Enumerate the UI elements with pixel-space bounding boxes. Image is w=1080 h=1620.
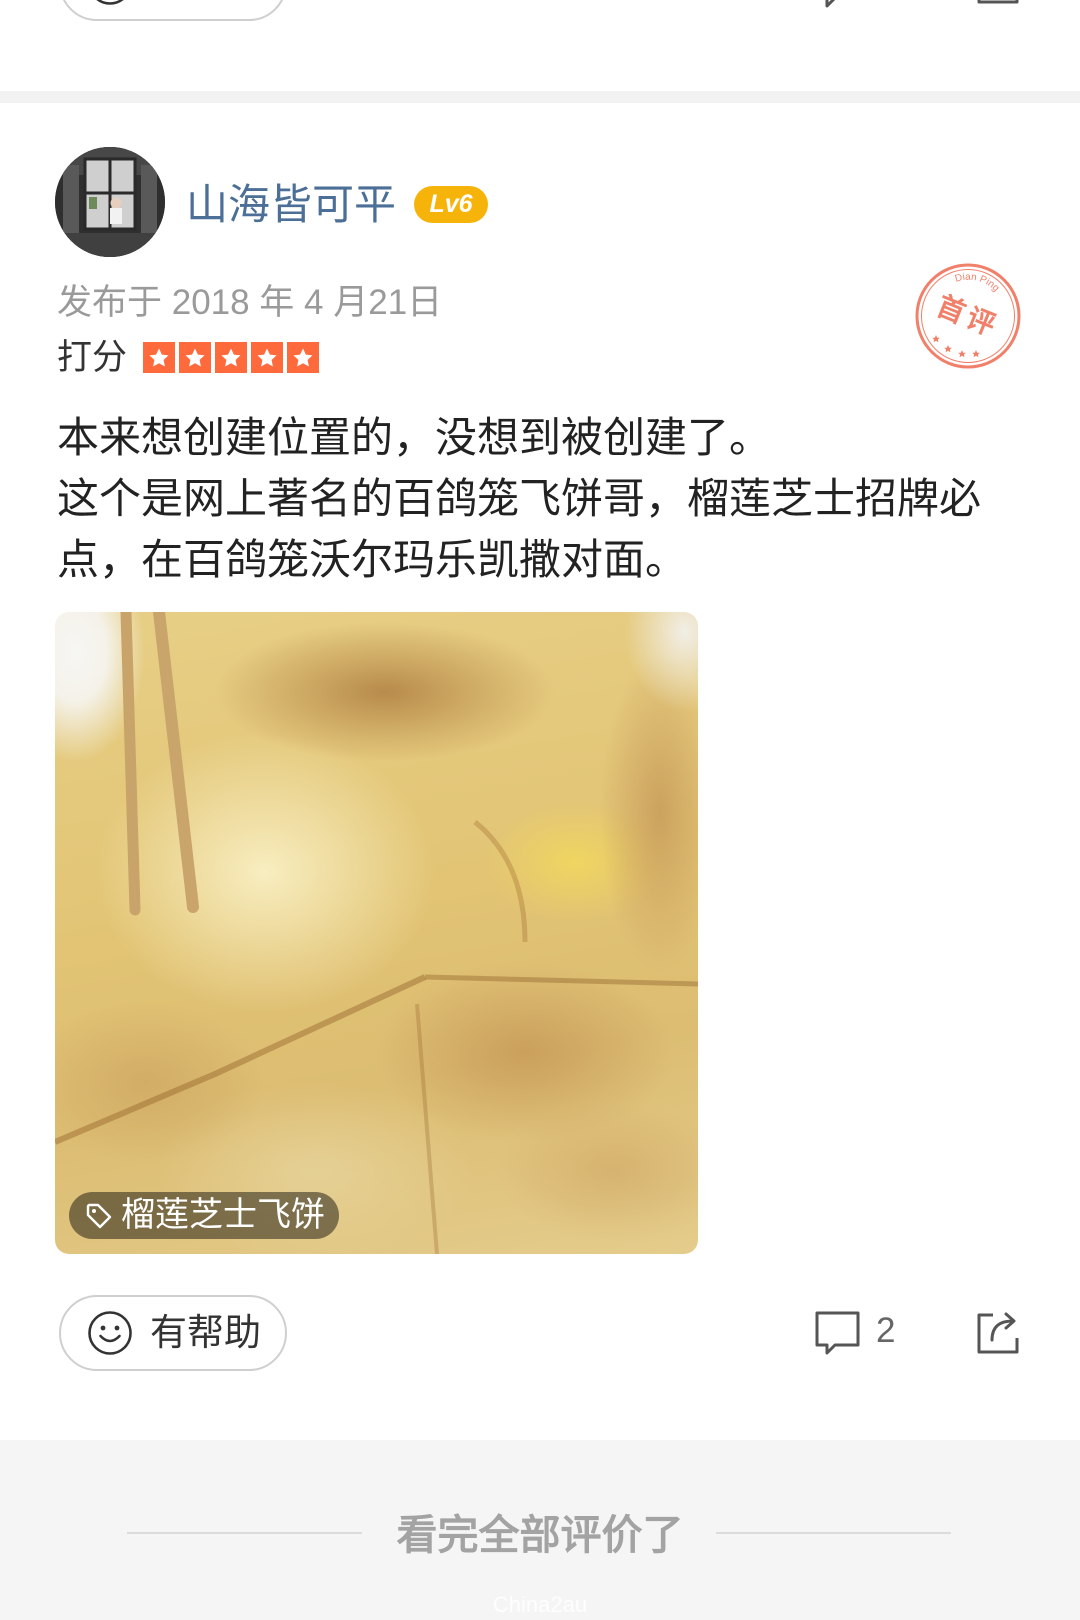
review-photo[interactable]: 榴莲芝士飞饼 [55,612,698,1254]
rating-star [251,342,283,373]
stamp-text: 首评 [932,290,1003,343]
rating-star [287,342,319,373]
share-icon[interactable] [975,1310,1021,1356]
rating-star [143,342,175,373]
review-card: 山海皆可平 Lv6 发布于 2018 年 4 月21日 打分 Dian Ping… [0,103,1080,1440]
chopstick [120,612,141,916]
comment-count[interactable]: 2 [876,1309,895,1353]
tag-icon [85,1202,113,1230]
comment-icon[interactable] [814,1310,861,1356]
end-of-list-text: 看完全部评价了 [396,1512,684,1558]
rating-stars [143,342,319,373]
review-text-line: 本来想创建位置的，没想到被创建了。 [57,414,772,461]
avatar[interactable] [55,147,165,257]
rating-star [179,342,211,373]
photo-tag[interactable]: 榴莲芝士飞饼 [69,1192,339,1239]
previous-review-card [0,0,1080,91]
section-divider [0,91,1080,103]
review-text-line: 点，在百鸽笼沃尔玛乐凯撒对面。 [57,536,688,583]
rating-star [215,342,247,373]
comment-icon[interactable] [814,0,861,9]
share-icon[interactable] [975,0,1021,6]
rating-label: 打分 [57,338,128,377]
helpful-label: 有帮助 [150,1312,261,1353]
author-name[interactable]: 山海皆可平 [186,179,396,231]
publish-date: 发布于 2018 年 4 月21日 [57,283,443,322]
stamp-stars [932,335,980,358]
helpful-button[interactable]: 有帮助 [59,1295,287,1371]
screen: 山海皆可平 Lv6 发布于 2018 年 4 月21日 打分 Dian Ping… [0,0,1080,1620]
watermark: China2au [492,1592,588,1617]
smiley-icon [87,0,133,6]
review-text: 本来想创建位置的，没想到被创建了。 这个是网上著名的百鸽笼飞饼哥，榴莲芝士招牌必… [57,407,981,590]
photo-tag-label: 榴莲芝士飞饼 [121,1196,325,1234]
chopstick [153,612,199,913]
photo-scene [55,612,698,1254]
divider-line-right [716,1532,951,1534]
svg-text:Dian Ping: Dian Ping [954,272,1001,294]
stamp-arc-text: Dian Ping [954,272,1001,294]
end-of-reviews: 看完全部评价了 China2au [0,1440,1080,1620]
smiley-icon [87,1310,133,1356]
level-badge: Lv6 [414,186,488,223]
first-review-stamp: Dian Ping 首评 [914,262,1022,370]
helpful-button[interactable] [59,0,287,21]
review-text-line: 这个是网上著名的百鸽笼飞饼哥，榴莲芝士招牌必 [57,475,982,522]
